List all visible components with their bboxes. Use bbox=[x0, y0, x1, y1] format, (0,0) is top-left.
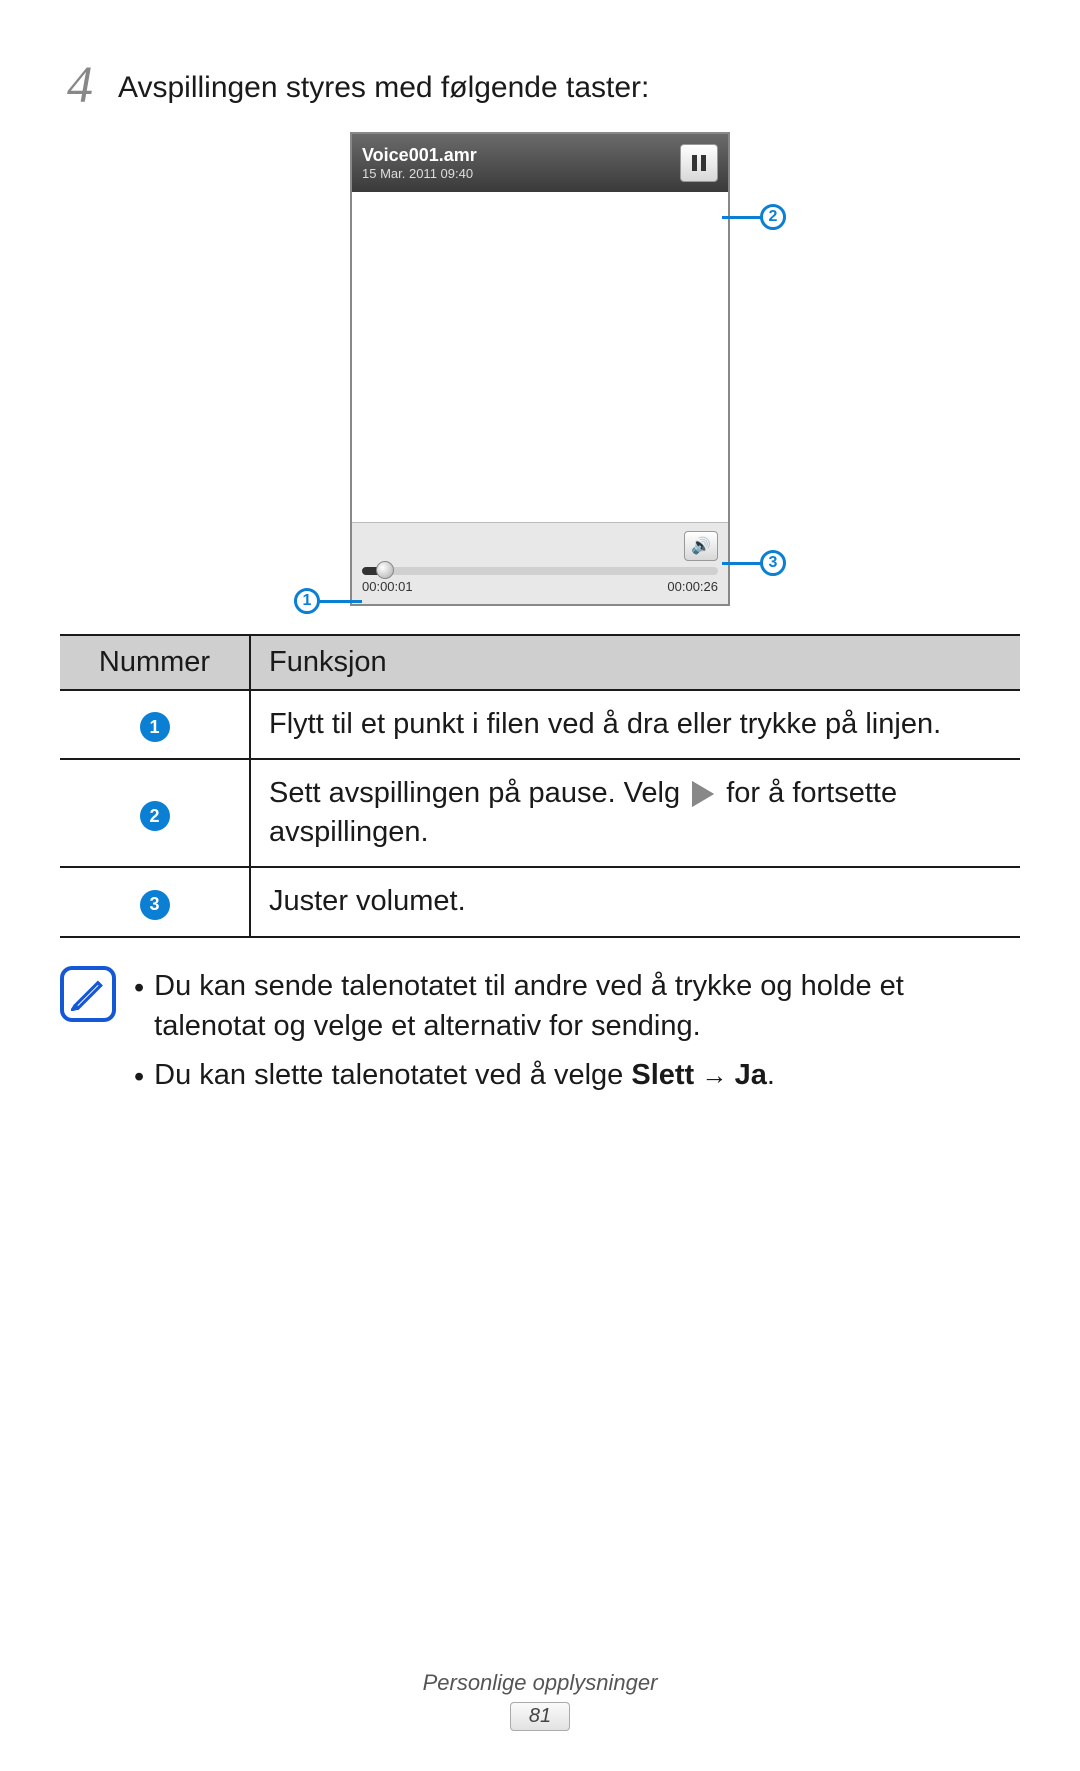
table-row: 3 Juster volumet. bbox=[60, 867, 1020, 936]
recording-filename: Voice001.amr bbox=[362, 145, 477, 166]
phone-footer: 🔊 00:00:01 00:00:26 bbox=[352, 522, 728, 604]
callout-2: 2 bbox=[760, 204, 786, 230]
note-item-1: Du kan sende talenotatet til andre ved å… bbox=[154, 966, 1020, 1047]
callout-1-line bbox=[318, 600, 362, 603]
row-text-2: Sett avspillingen på pause. Velg for å f… bbox=[250, 759, 1020, 867]
note-item-2: Du kan slette talenotatet ved å velge Sl… bbox=[154, 1055, 775, 1098]
time-total: 00:00:26 bbox=[667, 579, 718, 594]
list-item: • Du kan slette talenotatet ved å velge … bbox=[134, 1055, 1020, 1098]
phone-header: Voice001.amr 15 Mar. 2011 09:40 bbox=[352, 134, 728, 192]
col-header-number: Nummer bbox=[60, 635, 250, 690]
volume-icon: 🔊 bbox=[691, 536, 711, 556]
play-icon bbox=[692, 781, 714, 807]
note-icon bbox=[60, 966, 116, 1022]
function-table: Nummer Funksjon 1 Flytt til et punkt i f… bbox=[60, 634, 1020, 938]
time-current: 00:00:01 bbox=[362, 579, 413, 594]
callout-3: 3 bbox=[760, 550, 786, 576]
phone-frame: Voice001.amr 15 Mar. 2011 09:40 🔊 bbox=[350, 132, 730, 606]
row-badge-2: 2 bbox=[140, 801, 170, 831]
list-item: • Du kan sende talenotatet til andre ved… bbox=[134, 966, 1020, 1047]
row-badge-3: 3 bbox=[140, 890, 170, 920]
pause-icon bbox=[692, 155, 706, 171]
recording-date: 15 Mar. 2011 09:40 bbox=[362, 166, 477, 181]
step-row: 4 Avspillingen styres med følgende taste… bbox=[60, 60, 1020, 112]
callout-2-line bbox=[722, 216, 762, 219]
callout-1: 1 bbox=[294, 588, 320, 614]
slider-thumb[interactable] bbox=[376, 561, 394, 579]
step-text: Avspillingen styres med følgende taster: bbox=[118, 60, 649, 109]
row-badge-1: 1 bbox=[140, 712, 170, 742]
page-number: 81 bbox=[510, 1702, 570, 1731]
pause-button[interactable] bbox=[680, 144, 718, 182]
row-text-3: Juster volumet. bbox=[250, 867, 1020, 936]
phone-body bbox=[352, 192, 728, 522]
step-number: 4 bbox=[60, 60, 100, 112]
note-block: • Du kan sende talenotatet til andre ved… bbox=[60, 966, 1020, 1106]
table-row: 1 Flytt til et punkt i filen ved å dra e… bbox=[60, 690, 1020, 759]
col-header-function: Funksjon bbox=[250, 635, 1020, 690]
note-list: • Du kan sende talenotatet til andre ved… bbox=[134, 966, 1020, 1106]
page-footer: Personlige opplysninger 81 bbox=[0, 1670, 1080, 1731]
progress-slider[interactable] bbox=[362, 567, 718, 575]
volume-button[interactable]: 🔊 bbox=[684, 531, 718, 561]
phone-screenshot: Voice001.amr 15 Mar. 2011 09:40 🔊 bbox=[60, 132, 1020, 606]
table-row: 2 Sett avspillingen på pause. Velg for å… bbox=[60, 759, 1020, 867]
callout-3-line bbox=[722, 562, 762, 565]
footer-section: Personlige opplysninger bbox=[0, 1670, 1080, 1696]
row-text-1: Flytt til et punkt i filen ved å dra ell… bbox=[250, 690, 1020, 759]
